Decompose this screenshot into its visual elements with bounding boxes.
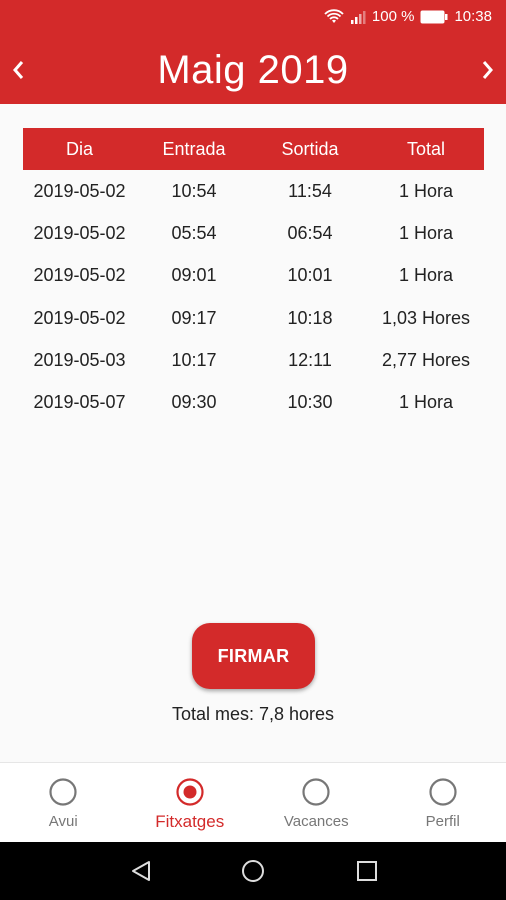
cell-exit: 06:54 <box>287 222 333 243</box>
tab-label: Avui <box>48 813 78 830</box>
cell-entry: 10:17 <box>171 349 217 370</box>
table-row: 2019-05-03 10:17 12:11 2,77 Hores <box>23 339 484 381</box>
month-title: Maig 2019 <box>157 48 349 92</box>
cell-total: 1 Hora <box>398 392 454 413</box>
cell-total: 1,03 Hores <box>381 307 471 328</box>
cell-total: 1 Hora <box>398 222 454 243</box>
cell-entry: 09:01 <box>171 265 217 286</box>
cell-entry: 05:54 <box>171 222 217 243</box>
cell-date: 2019-05-02 <box>33 307 126 328</box>
radio-unchecked-icon <box>429 778 457 806</box>
bottom-nav: Avui Fitxatges Vacances Perfil <box>0 762 506 842</box>
cell-date: 2019-05-02 <box>33 265 126 286</box>
cell-entry: 09:30 <box>171 392 217 413</box>
cell-exit: 12:11 <box>288 349 332 370</box>
cell-date: 2019-05-02 <box>33 180 126 201</box>
cell-exit: 10:18 <box>287 307 333 328</box>
next-month-button[interactable] <box>476 56 500 84</box>
radio-checked-icon <box>176 778 204 806</box>
status-icons: 100 % 10:38 <box>324 8 492 25</box>
cell-date: 2019-05-03 <box>33 349 126 370</box>
tab-label: Vacances <box>283 813 349 830</box>
cell-total: 1 Hora <box>398 265 454 286</box>
header-total: Total <box>406 138 446 159</box>
tab-perfil[interactable]: Perfil <box>380 763 506 842</box>
table-row: 2019-05-02 05:54 06:54 1 Hora <box>23 212 484 254</box>
table-row: 2019-05-02 09:01 10:01 1 Hora <box>23 255 484 297</box>
table-header: Dia Entrada Sortida Total <box>23 128 484 170</box>
tab-avui[interactable]: Avui <box>0 763 127 842</box>
status-bar: 100 % 10:38 <box>0 0 506 36</box>
firmar-button[interactable]: FIRMAR <box>192 623 315 689</box>
clockings-table: Dia Entrada Sortida Total 2019-05-02 10:… <box>23 128 484 424</box>
cell-exit: 10:30 <box>287 392 333 413</box>
signal-icon <box>350 10 366 24</box>
cell-entry: 09:17 <box>171 307 217 328</box>
header-sortida: Sortida <box>281 138 339 159</box>
clock: 10:38 <box>454 8 492 25</box>
table-row: 2019-05-07 09:30 10:30 1 Hora <box>23 381 484 423</box>
system-navigation-bar <box>0 842 506 900</box>
cell-exit: 11:54 <box>288 180 332 201</box>
header-entrada: Entrada <box>162 138 226 159</box>
month-header: Maig 2019 <box>0 36 506 104</box>
total-month-text: Total mes: 7,8 hores <box>171 704 335 724</box>
cell-entry: 10:54 <box>171 180 217 201</box>
cell-exit: 10:01 <box>287 265 333 286</box>
radio-unchecked-icon <box>302 778 330 806</box>
home-icon[interactable] <box>241 859 265 883</box>
table-row: 2019-05-02 09:17 10:18 1,03 Hores <box>23 297 484 339</box>
cell-date: 2019-05-07 <box>33 392 126 413</box>
table-row: 2019-05-02 10:54 11:54 1 Hora <box>23 170 484 212</box>
chevron-right-icon <box>482 61 493 79</box>
tab-vacances[interactable]: Vacances <box>253 763 380 842</box>
cell-total: 2,77 Hores <box>381 349 471 370</box>
radio-unchecked-icon <box>49 778 77 806</box>
battery-icon <box>420 10 448 24</box>
header-dia: Dia <box>65 138 93 159</box>
tab-label: Perfil <box>425 813 460 830</box>
battery-percent: 100 % <box>371 8 415 25</box>
wifi-icon <box>324 8 344 25</box>
cell-total: 1 Hora <box>398 180 454 201</box>
tab-label: Fitxatges <box>155 812 225 831</box>
content-area: Dia Entrada Sortida Total 2019-05-02 10:… <box>0 104 506 762</box>
recents-icon[interactable] <box>355 859 379 883</box>
tab-fitxatges[interactable]: Fitxatges <box>127 763 254 842</box>
cell-date: 2019-05-02 <box>33 222 126 243</box>
back-icon[interactable] <box>129 859 153 883</box>
